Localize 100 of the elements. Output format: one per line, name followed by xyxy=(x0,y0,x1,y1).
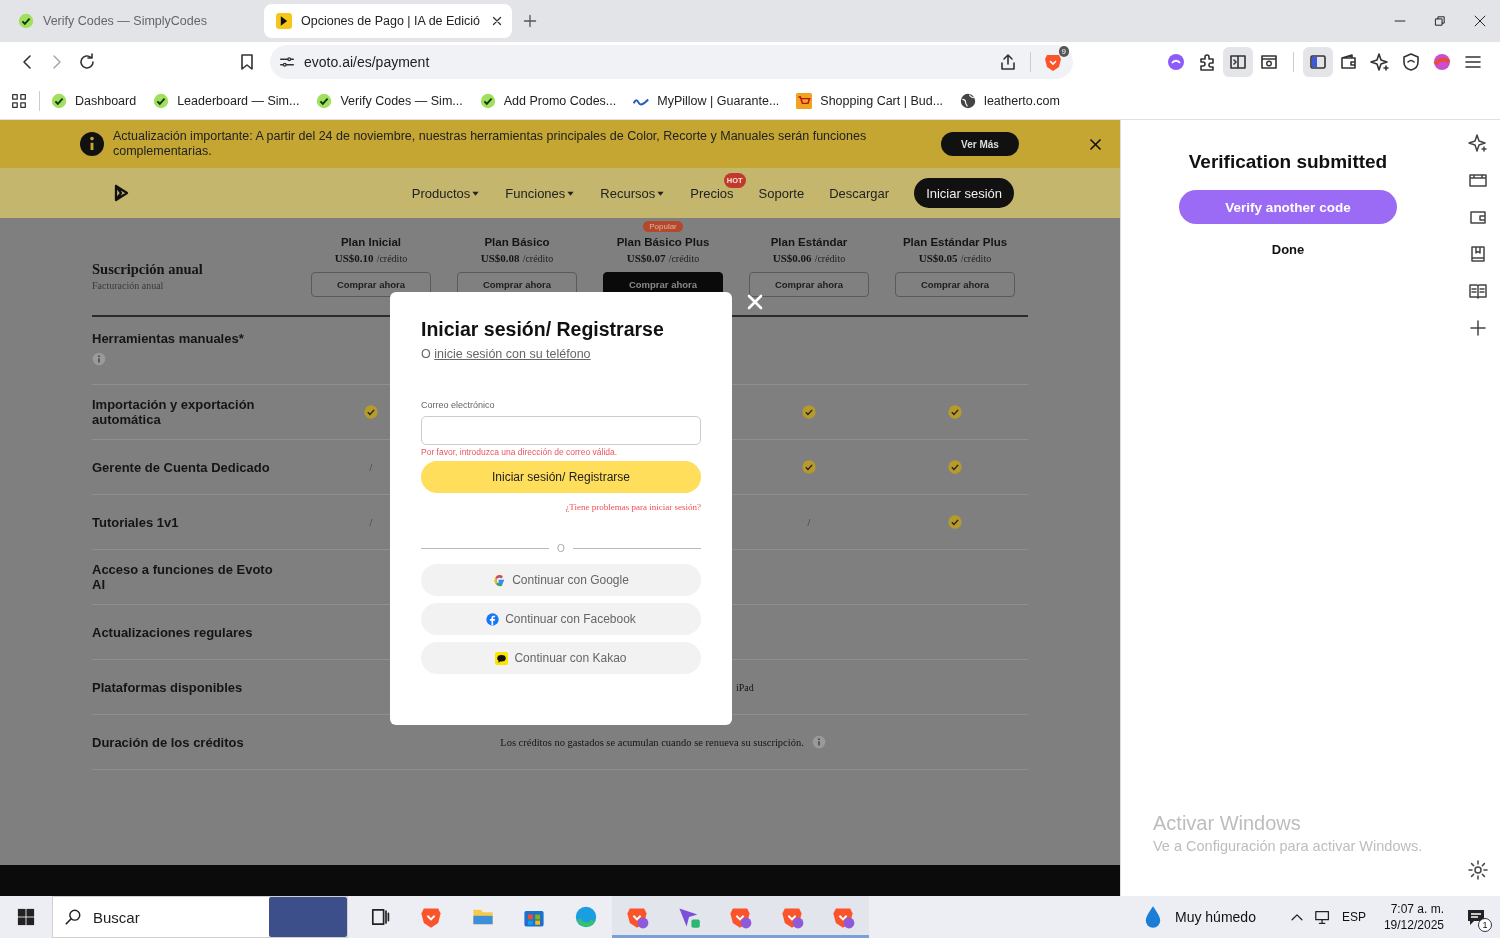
social-login-button[interactable]: Continuar con Kakao xyxy=(421,642,701,674)
check-badge-icon xyxy=(153,92,170,109)
notification-count: 1 xyxy=(1478,918,1492,932)
plan-price: US$0.10 xyxy=(334,252,374,264)
facebook-icon xyxy=(486,612,500,626)
address-bar[interactable]: evoto.ai/es/payment 9 xyxy=(270,45,1073,79)
split-view-icon xyxy=(1228,52,1248,72)
reader-icon[interactable] xyxy=(1467,281,1488,301)
sparkle-icon xyxy=(1370,52,1390,72)
bookmark-item[interactable]: MyPillow | Guarante... xyxy=(633,92,780,109)
popular-badge: Popular xyxy=(643,221,683,232)
check-badge-icon xyxy=(316,92,333,109)
error-message: Por favor, introduzca una dirección de correo válida. xyxy=(421,447,619,457)
edge-icon xyxy=(573,905,598,929)
bookmark-item[interactable]: Add Promo Codes... xyxy=(479,92,617,109)
split-view-button[interactable] xyxy=(1223,47,1253,77)
social-login-button[interactable]: Continuar con Google xyxy=(421,564,701,596)
feature-note: Los créditos no gastados se acumulan cuando se renueva su suscripción. xyxy=(500,736,804,748)
price-unit: /crédito xyxy=(814,253,846,264)
bookmark-item[interactable]: Verify Codes — Sim... xyxy=(316,92,463,109)
plan-price: US$0.05 xyxy=(918,252,958,264)
check-icon xyxy=(802,460,816,474)
trouble-link[interactable]: ¿Tiene problemas para iniciar sesión? xyxy=(565,502,701,512)
phone-login-link[interactable]: inicie sesión con su teléfono xyxy=(434,347,591,361)
tab-search-icon xyxy=(1259,52,1279,72)
network-icon[interactable] xyxy=(1313,908,1332,926)
price-unit: /crédito xyxy=(668,253,700,264)
social-login-button[interactable]: Continuar con Facebook xyxy=(421,603,701,635)
login-button[interactable]: Iniciar sesión xyxy=(914,178,1014,208)
plan-price: US$0.07 xyxy=(626,252,666,264)
feature-label: Herramientas manuales* xyxy=(92,331,244,346)
divider-text: O xyxy=(557,543,565,554)
sidebar-button[interactable] xyxy=(1303,47,1333,77)
nav-link[interactable]: Recursos xyxy=(600,185,666,201)
clock[interactable]: 7:07 a. m. 19/12/2025 xyxy=(1383,901,1444,933)
new-tab-icon[interactable] xyxy=(522,13,538,29)
notification-icon[interactable] xyxy=(1466,907,1486,927)
close-icon[interactable] xyxy=(490,14,504,28)
bookmark-item[interactable]: Leaderboard — Sim... xyxy=(153,92,300,109)
feature-label: Importación y exportación automática xyxy=(92,397,255,427)
price-unit: /crédito xyxy=(522,253,554,264)
buy-button[interactable]: Comprar ahora xyxy=(749,272,869,297)
logo-icon xyxy=(276,13,292,29)
reload-icon[interactable] xyxy=(77,52,97,72)
close-icon[interactable] xyxy=(1473,14,1487,28)
check-icon xyxy=(364,405,378,419)
check-badge-icon xyxy=(479,92,496,109)
sparkle-icon[interactable] xyxy=(1467,133,1488,153)
settings-icon[interactable] xyxy=(1467,860,1488,880)
google-icon xyxy=(493,573,507,587)
announcement-text: Actualización importante: A partir del 24 de noviembre, nuestras herramientas principales de Color, Recorte y Manuales serán funciones complementarias. xyxy=(113,129,868,159)
price-unit: /crédito xyxy=(960,253,992,264)
nav-link[interactable]: Soporte xyxy=(758,185,805,201)
browser-tab[interactable]: Opciones de Pago | IA de Edició xyxy=(264,4,512,38)
table-cell: / xyxy=(369,461,373,473)
submit-button[interactable]: Iniciar sesión/ Registrarse xyxy=(421,461,701,493)
done-button[interactable]: Done xyxy=(1271,242,1305,257)
buy-button[interactable]: Comprar ahora xyxy=(311,272,431,297)
nav-link[interactable]: Precios xyxy=(690,185,734,201)
activation-text: Ve a Configuración para activar Windows. xyxy=(1153,838,1423,854)
bookmark-item[interactable]: Dashboard xyxy=(51,92,137,109)
feature-label: Plataformas disponibles xyxy=(92,679,243,695)
apps-grid-icon[interactable] xyxy=(10,91,28,110)
nav-link[interactable]: Descargar xyxy=(829,185,890,201)
weather-text[interactable]: Muy húmedo xyxy=(1175,909,1256,925)
field-label: Correo electrónico xyxy=(421,400,496,410)
restore-icon[interactable] xyxy=(1433,14,1447,28)
nav-link[interactable]: Productos xyxy=(411,185,481,201)
share-icon[interactable] xyxy=(998,52,1018,72)
verify-button[interactable]: Verify another code xyxy=(1179,190,1397,224)
feature-label: Actualizaciones regulares xyxy=(92,624,253,640)
email-field[interactable] xyxy=(421,416,701,445)
buy-button[interactable]: Comprar ahora xyxy=(895,272,1015,297)
feature-label: Gerente de Cuenta Dedicado xyxy=(92,459,270,475)
read-more-button[interactable]: Ver Más xyxy=(941,132,1019,156)
alt-login-text: O xyxy=(421,347,432,361)
check-icon xyxy=(948,460,962,474)
browser-tab[interactable]: Verify Codes — SimplyCodes xyxy=(6,4,254,38)
url-text: evoto.ai/es/payment xyxy=(304,54,431,70)
plan-name: Plan Inicial xyxy=(340,236,402,250)
add-icon[interactable] xyxy=(1467,318,1488,338)
feature-label: Duración de los créditos xyxy=(92,734,244,750)
section-subtitle: Facturación anual xyxy=(92,280,165,291)
wallet-icon xyxy=(1339,52,1359,72)
globe-icon xyxy=(960,92,977,109)
language-indicator[interactable]: ESP xyxy=(1341,910,1366,924)
activation-title: Activar Windows xyxy=(1153,812,1302,835)
plan-price: US$0.08 xyxy=(480,252,520,264)
bookmark-item[interactable]: Shopping Cart | Bud... xyxy=(796,92,944,109)
profile-avatar-icon xyxy=(1432,52,1452,72)
panel-title: Verification submitted xyxy=(1188,151,1388,173)
start-icon[interactable] xyxy=(17,908,35,926)
plan-name: Plan Básico Plus xyxy=(616,236,710,250)
check-badge-icon xyxy=(18,13,34,29)
close-icon[interactable] xyxy=(745,292,765,312)
plan-name: Plan Básico xyxy=(484,236,550,250)
dialog-title: Iniciar sesión/ Registrarse xyxy=(421,318,665,341)
bookmark-item[interactable]: leatherto.com xyxy=(960,92,1060,109)
close-icon[interactable] xyxy=(1089,137,1102,151)
nav-link[interactable]: Funciones xyxy=(505,185,576,201)
